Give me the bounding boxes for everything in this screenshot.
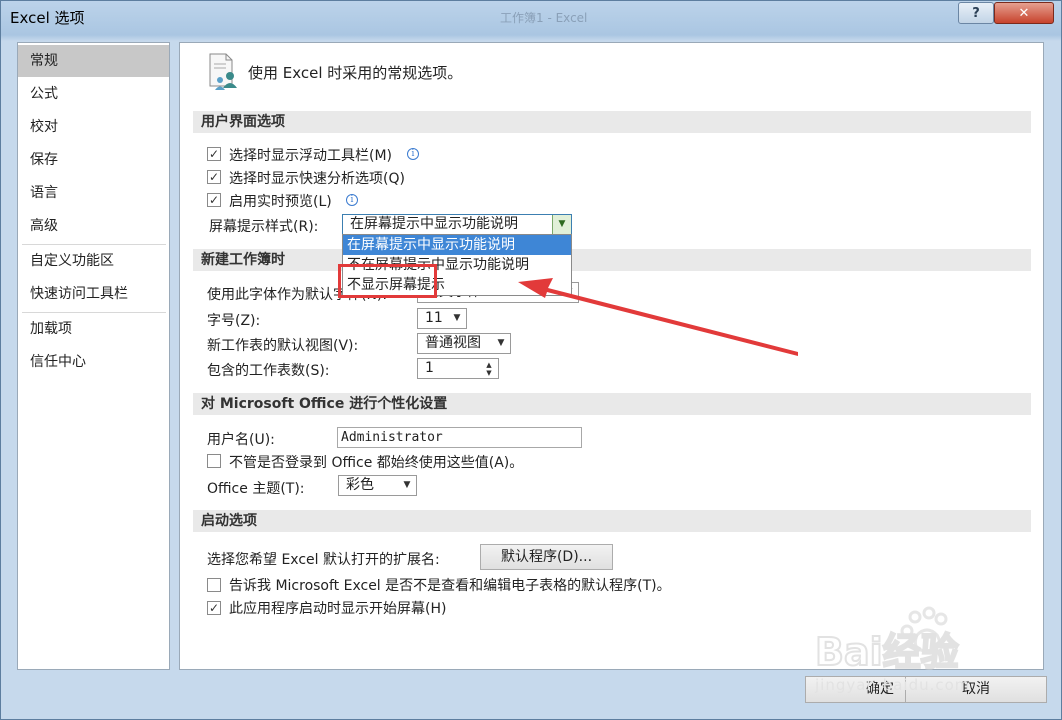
help-icon: ? [972,5,980,21]
sidebar-item-trust-center[interactable]: 信任中心 [18,346,169,378]
sidebar-item-save[interactable]: 保存 [18,144,169,176]
help-button[interactable]: ? [958,2,994,24]
show-quick-analysis-label: 选择时显示快速分析选项(Q) [229,171,405,187]
sidebar-item-general[interactable]: 常规 [18,45,169,77]
chevron-down-icon: ▼ [497,338,505,348]
default-programs-button[interactable]: 默认程序(D)... [480,544,613,570]
sidebar-item-quick-access-toolbar[interactable]: 快速访问工具栏 [18,278,169,310]
show-quick-analysis-checkbox[interactable]: ✓ [207,170,221,184]
watermark-url: jingyan.baidu.com [815,676,971,694]
title-bar: Excel 选项 工作簿1 - Excel ? ✕ [0,0,1062,34]
sheet-count-stepper[interactable]: 1 ▲ ▼ [417,358,499,379]
font-size-value: 11 [425,310,443,326]
section-new-workbook: 新建工作簿时 [193,249,1031,271]
office-theme-select[interactable]: 彩色 ▼ [338,475,417,496]
always-use-values-label: 不管是否登录到 Office 都始终使用这些值(A)。 [229,455,524,471]
default-view-select[interactable]: 普通视图 ▼ [417,333,511,354]
dialog-title: Excel 选项 [10,9,85,27]
sidebar-item-add-ins[interactable]: 加载项 [18,313,169,345]
always-use-values-checkbox[interactable] [207,454,221,468]
info-icon[interactable]: i [407,148,419,160]
sidebar-item-formulas[interactable]: 公式 [18,78,169,110]
document-title: 工作簿1 - Excel [500,11,588,25]
info-icon[interactable]: i [346,194,358,206]
chevron-down-icon: ▼ [453,313,461,323]
default-view-label: 新工作表的默认视图(V): [207,338,359,354]
watermark-brand: Bai经验 [815,630,959,674]
sidebar-item-language[interactable]: 语言 [18,177,169,209]
screentip-style-value: 在屏幕提示中显示功能说明 [350,216,518,232]
screentip-style-select[interactable]: 在屏幕提示中显示功能说明 ▼ [342,214,572,235]
live-preview-checkbox[interactable]: ✓ [207,193,221,207]
default-view-value: 普通视图 [425,335,481,351]
sheet-count-value: 1 [425,360,434,376]
office-theme-value: 彩色 [346,477,374,493]
chevron-down-icon: ▼ [552,215,571,234]
username-field[interactable]: Administrator [337,427,582,448]
font-size-label: 字号(Z): [207,313,261,329]
show-start-screen-checkbox[interactable]: ✓ [207,601,221,615]
show-mini-toolbar-checkbox[interactable]: ✓ [207,147,221,161]
office-theme-label: Office 主题(T): [207,481,305,497]
default-extensions-label: 选择您希望 Excel 默认打开的扩展名: [207,552,440,568]
font-size-select[interactable]: 11 ▼ [417,308,467,329]
screentip-option-show-descriptions[interactable]: 在屏幕提示中显示功能说明 [343,235,571,255]
sidebar-item-proofing[interactable]: 校对 [18,111,169,143]
section-ui-options: 用户界面选项 [193,111,1031,133]
username-label: 用户名(U): [207,432,275,448]
annotation-highlight-box [338,264,437,298]
screentip-style-label: 屏幕提示样式(R): [209,219,319,235]
sidebar-item-advanced[interactable]: 高级 [18,210,169,242]
show-start-screen-label: 此应用程序启动时显示开始屏幕(H) [229,601,447,617]
close-icon: ✕ [1018,5,1030,21]
chevron-down-icon: ▼ [403,480,411,490]
live-preview-label: 启用实时预览(L) [229,194,332,210]
show-mini-toolbar-label: 选择时显示浮动工具栏(M) [229,148,393,164]
general-options-icon [209,53,237,90]
sidebar: 常规 公式 校对 保存 语言 高级 自定义功能区 快速访问工具栏 加载项 信任中… [17,42,170,670]
section-startup-options: 启动选项 [193,510,1031,532]
tell-me-default-checkbox[interactable] [207,578,221,592]
page-header-text: 使用 Excel 时采用的常规选项。 [248,64,463,82]
tell-me-default-label: 告诉我 Microsoft Excel 是否不是查看和编辑电子表格的默认程序(T… [229,578,671,594]
sidebar-item-customize-ribbon[interactable]: 自定义功能区 [18,245,169,277]
sheet-count-label: 包含的工作表数(S): [207,363,330,379]
close-button[interactable]: ✕ [994,2,1054,24]
section-personalize-office: 对 Microsoft Office 进行个性化设置 [193,393,1031,415]
spin-arrows-icon[interactable]: ▲ ▼ [480,359,498,378]
baidu-watermark-logo: Bai经验 [815,606,960,675]
